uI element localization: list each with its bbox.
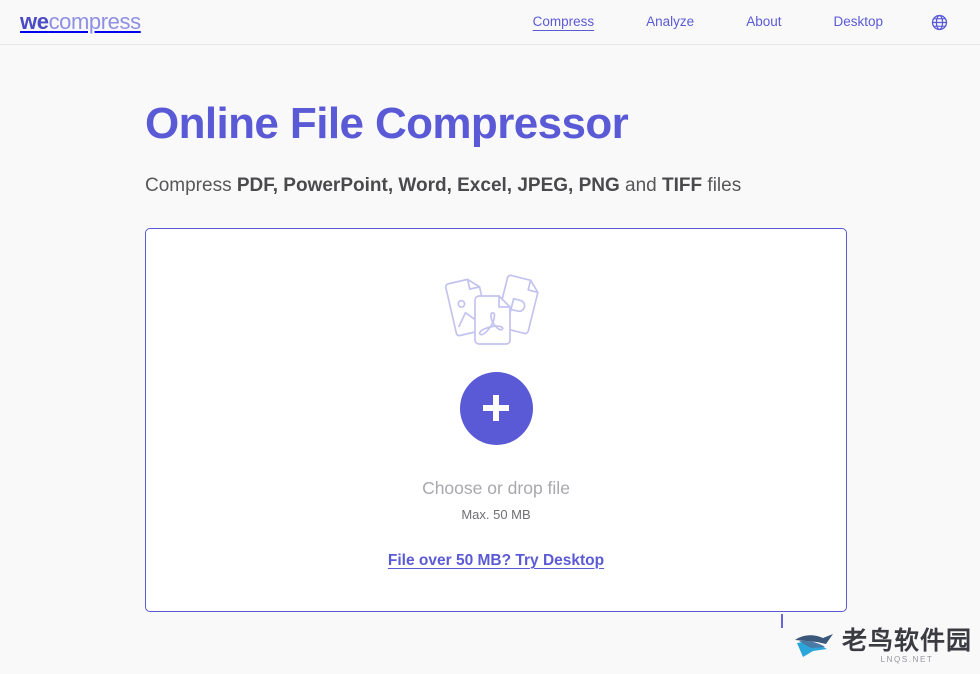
documents-illustration [444,274,539,345]
globe-icon [931,14,948,30]
site-header: wecompress Compress Analyze About Deskto… [0,0,980,45]
site-logo[interactable]: wecompress [20,11,141,33]
subtitle-trail: files [702,175,742,197]
watermark-subtitle: LNQS.NET [880,655,934,664]
main-navigation: Compress Analyze About Desktop [507,14,956,31]
page-title: Online File Compressor [145,99,629,148]
subtitle-lead: Compress [145,175,237,197]
nav-item-analyze[interactable]: Analyze [620,15,720,29]
watermark-texts: 老鸟软件园 LNQS.NET [842,628,972,664]
nav-item-about[interactable]: About [720,15,807,29]
nav-item-compress[interactable]: Compress [507,15,621,29]
dropzone-primary-label: Choose or drop file [422,477,570,498]
plus-icon [483,395,509,422]
content-container: Online File Compressor Compress PDF, Pow… [145,99,857,612]
dropzone-max-size-label: Max. 50 MB [461,506,531,522]
watermark-divider [780,614,783,628]
subtitle-last-format: TIFF [662,175,703,197]
language-selector[interactable] [909,14,956,31]
file-dropzone[interactable]: Choose or drop file Max. 50 MB File over… [145,227,847,612]
bird-logo-icon [794,634,833,657]
subtitle-formats: PDF, PowerPoint, Word, Excel, JPEG, PNG [236,175,620,197]
watermark-title: 老鸟软件园 [841,626,972,655]
try-desktop-link[interactable]: File over 50 MB? Try Desktop [388,552,604,570]
page-subtitle: Compress PDF, PowerPoint, Word, Excel, J… [145,174,857,199]
watermark: 老鸟软件园 LNQS.NET [780,614,972,664]
logo-text-primary: we [20,9,49,34]
nav-item-desktop[interactable]: Desktop [807,15,909,29]
logo-text-secondary: compress [48,9,142,34]
subtitle-conjunction: and [619,175,663,197]
main-content: Online File Compressor Compress PDF, Pow… [0,45,980,612]
add-file-button[interactable] [459,371,533,445]
